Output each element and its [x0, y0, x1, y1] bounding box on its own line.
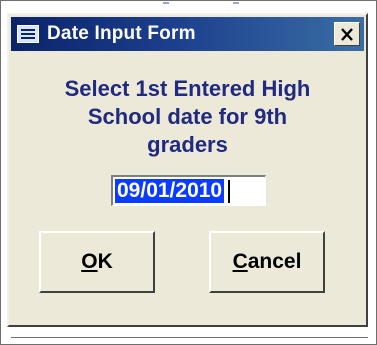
- close-button[interactable]: [334, 22, 360, 46]
- ok-label-rest: K: [97, 250, 113, 273]
- ok-mnemonic: O: [81, 250, 98, 273]
- text-caret: [228, 179, 231, 203]
- cancel-mnemonic: C: [232, 250, 248, 273]
- form-icon: [17, 25, 39, 43]
- prompt-text: Select 1st Entered High School date for …: [29, 75, 346, 159]
- cancel-button[interactable]: Cancel: [209, 231, 325, 293]
- date-input-dialog: Date Input Form Select 1st Entered High …: [7, 13, 368, 327]
- date-input[interactable]: 09/01/2010: [111, 175, 266, 206]
- prompt-line: Select 1st Entered High: [64, 76, 311, 101]
- top-edge-marks: [1, 1, 376, 5]
- prompt-line: graders: [147, 132, 228, 157]
- date-input-value: 09/01/2010: [115, 179, 225, 203]
- prompt-line: School date for 9th: [87, 104, 288, 129]
- cancel-label-rest: ancel: [247, 250, 302, 273]
- close-icon: [341, 27, 353, 41]
- ok-button[interactable]: OK: [39, 231, 155, 293]
- title-bar[interactable]: Date Input Form: [11, 17, 364, 51]
- screen-frame: Date Input Form Select 1st Entered High …: [0, 0, 377, 345]
- bottom-divider: [11, 337, 368, 338]
- window-title: Date Input Form: [47, 23, 196, 44]
